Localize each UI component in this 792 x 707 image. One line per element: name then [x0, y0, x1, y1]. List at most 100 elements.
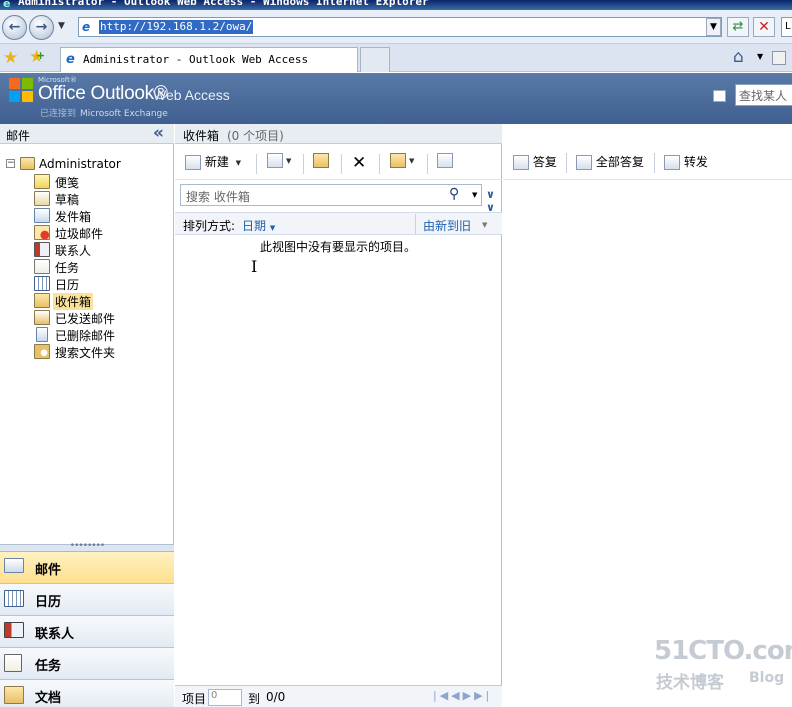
reply-all-button[interactable]: 全部答复	[576, 153, 644, 175]
sort-order-dropdown-icon[interactable]: ▼	[482, 221, 487, 229]
module-mail-button[interactable]: 邮件	[0, 551, 174, 583]
reply-all-icon	[576, 155, 592, 170]
module-tasks-button[interactable]: 任务	[0, 647, 174, 679]
page-number-input[interactable]: 0	[208, 689, 242, 706]
outbox-icon	[34, 208, 50, 226]
stop-button[interactable]: ✕	[753, 17, 775, 37]
address-field[interactable]: e http://192.168.1.2/owa/	[78, 17, 722, 37]
message-list-pane: 收件箱 (0 个项目) 新建 ▼ ▼ ✕ ▼ 搜索 收件箱 ⚲ ▼ ∨ ∨ 排列…	[175, 124, 502, 707]
options-icon	[437, 153, 453, 168]
tab-outlook-web-access[interactable]: e Administrator - Outlook Web Access	[60, 47, 358, 72]
new-message-button[interactable]: 新建 ▼	[185, 153, 241, 175]
current-folder-name: 收件箱	[183, 129, 220, 143]
address-dropdown-button[interactable]: ▼	[706, 18, 721, 36]
watermark-site: 51CTO.com	[654, 636, 792, 666]
sort-by-date-button[interactable]: 日期 ▼	[242, 217, 275, 234]
office-logo-icon	[9, 78, 34, 103]
recent-pages-dropdown-icon[interactable]: ▼	[58, 21, 65, 31]
module-calendar-button[interactable]: 日历	[0, 583, 174, 615]
window-title: Administrator - Outlook Web Access - Win…	[18, 0, 429, 8]
nav-pane-title: 邮件	[6, 129, 31, 143]
new-tab-button[interactable]	[360, 47, 390, 72]
find-someone-input[interactable]: 查找某人	[735, 84, 792, 106]
tab-bar: ★ ★ + e Administrator - Outlook Web Acces…	[0, 44, 792, 72]
collapse-tree-icon[interactable]: −	[6, 159, 15, 168]
calendar-icon	[4, 590, 24, 608]
delete-button[interactable]: ✕	[352, 153, 366, 175]
watermark-subtitle: 技术博客	[656, 673, 724, 693]
collapse-pane-icon[interactable]: «	[153, 123, 164, 143]
check-messages-button[interactable]: ▼	[390, 153, 414, 175]
view-dropdown-icon: ▼	[286, 156, 292, 165]
search-placeholder: 搜索 收件箱	[186, 190, 250, 204]
list-footer: 项目 0 到 0/0 |◀◀▶▶|	[175, 685, 502, 707]
tasks-icon	[4, 654, 24, 672]
nav-pane-header: 邮件 «	[0, 123, 174, 144]
exchange-text: Microsoft Exchange	[80, 109, 168, 119]
folder-label: 搜索文件夹	[55, 346, 116, 360]
feeds-icon[interactable]	[772, 51, 786, 65]
contacts-icon	[34, 242, 50, 260]
options-button[interactable]	[437, 153, 453, 175]
forward-button[interactable]: 转发	[664, 153, 708, 175]
ie-logo-icon: e	[3, 0, 11, 10]
navigation-pane: 邮件 « − Administrator 便笺 草稿 发件箱 垃圾邮件 联系人	[0, 123, 174, 707]
browser-search-input[interactable]: L	[781, 17, 792, 37]
expand-search-icon[interactable]: ∨ ∨	[486, 188, 495, 214]
watermark-blog: Blog	[749, 670, 785, 686]
module-label: 联系人	[35, 627, 75, 642]
back-button[interactable]: ←	[2, 15, 27, 40]
reply-all-label: 全部答复	[595, 155, 644, 169]
new-mail-icon	[185, 155, 201, 170]
folder-label: 已删除邮件	[55, 329, 116, 343]
window-title-bar: e Administrator - Outlook Web Access - W…	[0, 0, 792, 10]
check-dropdown-icon: ▼	[409, 156, 415, 165]
contacts-icon	[4, 622, 24, 640]
reply-button[interactable]: 答复	[513, 153, 557, 175]
reply-label: 答复	[532, 155, 557, 169]
notes-icon	[34, 174, 50, 192]
move-folder-icon	[313, 153, 329, 168]
module-documents-button[interactable]: 文档	[0, 679, 174, 707]
documents-icon	[4, 686, 24, 704]
forward-button[interactable]: →	[29, 15, 54, 40]
brand-web-access: Web Access	[153, 87, 230, 103]
url-text[interactable]: http://192.168.1.2/owa/	[99, 20, 254, 34]
search-icon[interactable]: ⚲	[449, 186, 459, 202]
tab-title: Administrator - Outlook Web Access	[83, 53, 309, 66]
reading-pane: 答复 全部答复 转发	[503, 149, 792, 707]
page-total: 0/0	[266, 690, 286, 704]
move-to-folder-button[interactable]	[313, 153, 329, 175]
add-favorite-icon[interactable]: ★ +	[29, 47, 45, 67]
new-dropdown-icon[interactable]: ▼	[236, 159, 241, 167]
refresh-button[interactable]: ⇄	[727, 17, 749, 37]
folder-label: 收件箱	[53, 293, 94, 310]
home-icon[interactable]: ⌂	[733, 47, 744, 67]
search-folders-icon	[34, 344, 50, 362]
sent-items-icon	[34, 310, 50, 328]
folder-search-input[interactable]: 搜索 收件箱 ⚲ ▼	[180, 184, 482, 206]
items-label: 项目	[182, 692, 207, 706]
module-contacts-button[interactable]: 联系人	[0, 615, 174, 647]
sort-order-button[interactable]: 由新到旧	[423, 217, 471, 234]
folder-label: 任务	[55, 261, 80, 275]
pager-controls[interactable]: |◀◀▶▶|	[433, 689, 492, 702]
nav-pane-splitter[interactable]: ••••••••	[0, 542, 174, 551]
list-pane-header: 收件箱 (0 个项目)	[175, 124, 502, 144]
brand-office-outlook: Office Outlook®	[38, 83, 168, 104]
inbox-icon	[34, 293, 50, 311]
home-dropdown-icon[interactable]: ▼	[757, 52, 763, 61]
connected-text: 已连接到	[40, 109, 77, 119]
mail-icon	[4, 558, 24, 576]
view-menu-button[interactable]: ▼	[267, 153, 291, 175]
forward-icon	[664, 155, 680, 170]
empty-view-message: 此视图中没有要显示的项目。	[260, 240, 417, 254]
item-count: (0 个项目)	[227, 129, 284, 143]
folder-label: 草稿	[55, 193, 80, 207]
module-label: 文档	[35, 691, 62, 706]
address-book-icon[interactable]	[713, 90, 726, 102]
sort-bar: 排列方式: 日期 ▼ 由新到旧 ▼	[175, 212, 502, 235]
favorites-star-icon[interactable]: ★	[3, 48, 18, 68]
search-options-dropdown-icon[interactable]: ▼	[472, 191, 477, 199]
tasks-icon	[34, 259, 50, 277]
